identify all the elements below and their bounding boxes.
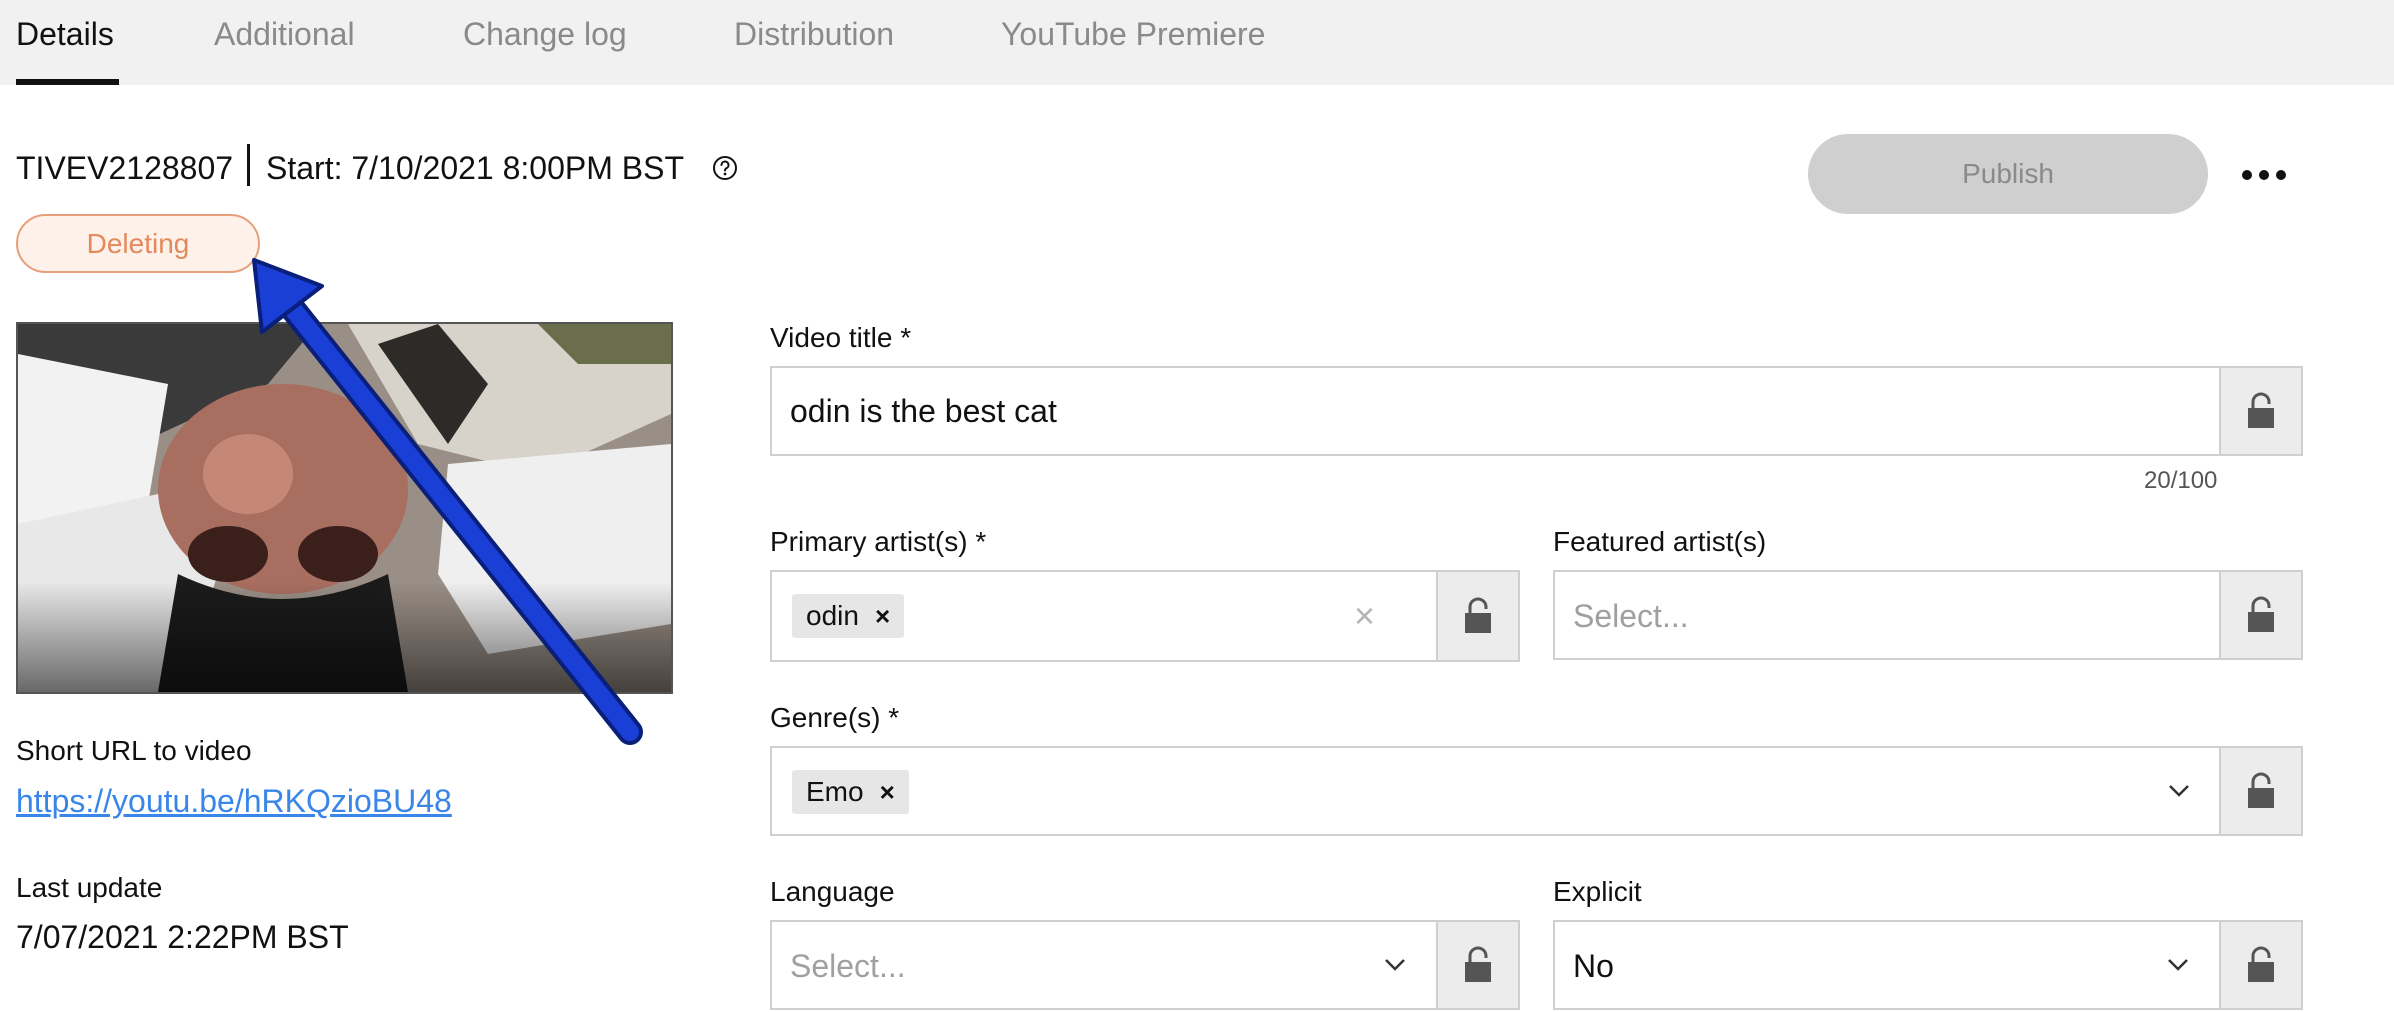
close-icon[interactable]: × [880,770,895,814]
primary-artists-lock-button[interactable] [1436,570,1520,662]
genres-lock-button[interactable] [2219,746,2303,836]
video-title-input[interactable]: odin is the best cat [770,366,2221,456]
featured-artists-lock-button[interactable] [2219,570,2303,660]
language-select[interactable]: Select... [770,920,1438,1010]
question-circle-icon[interactable] [712,155,738,181]
genre-chip: Emo × [792,770,909,814]
tab-distribution[interactable]: Distribution [734,14,894,54]
genres-select[interactable]: Emo × [770,746,2221,836]
lock-icon [1465,597,1491,633]
status-badge: Deleting [16,214,260,273]
language-label: Language [770,876,895,907]
close-icon[interactable]: × [875,594,890,638]
explicit-select[interactable]: No [1553,920,2221,1010]
language-lock-button[interactable] [1436,920,1520,1010]
last-update-value: 7/07/2021 2:22PM BST [16,919,349,955]
active-tab-indicator [16,79,119,85]
lock-icon [2248,946,2274,982]
start-time: Start: 7/10/2021 8:00PM BST [266,150,685,186]
tab-additional[interactable]: Additional [214,14,355,54]
event-id: TIVEV2128807 [16,150,234,186]
tab-change-log[interactable]: Change log [463,14,627,54]
short-url-link[interactable]: https://youtu.be/hRKQzioBU48 [16,780,452,822]
featured-artists-select[interactable]: Select... [1553,570,2221,660]
lock-icon [2248,596,2274,632]
title-character-counter: 20/100 [2144,467,2218,494]
video-title-lock-button[interactable] [2219,366,2303,456]
clear-selection-icon[interactable]: × [1354,596,1375,636]
video-title-value: odin is the best cat [790,393,1057,429]
genres-label: Genre(s) * [770,702,900,733]
tab-youtube-premiere[interactable]: YouTube Premiere [1001,14,1265,54]
video-title-label: Video title * [770,322,912,353]
explicit-label: Explicit [1553,876,1642,907]
explicit-value: No [1573,948,1614,984]
explicit-lock-button[interactable] [2219,920,2303,1010]
header-divider [247,144,250,186]
video-thumbnail [16,322,673,694]
last-update-label: Last update [16,872,163,903]
short-url-label: Short URL to video [16,735,252,766]
featured-artists-placeholder: Select... [1573,598,1689,634]
lock-icon [2248,392,2274,428]
featured-artists-label: Featured artist(s) [1553,526,1767,557]
primary-artists-label: Primary artist(s) * [770,526,987,557]
chevron-down-icon[interactable] [1384,958,1406,972]
tab-details[interactable]: Details [16,14,114,54]
language-placeholder: Select... [790,948,906,984]
lock-icon [1465,946,1491,982]
publish-button[interactable]: Publish [1808,134,2208,214]
tab-bar: Details Additional Change log Distributi… [0,0,2394,85]
chevron-down-icon[interactable] [2168,784,2190,798]
ellipsis-icon[interactable] [2236,150,2292,196]
lock-icon [2248,772,2274,808]
primary-artists-select[interactable]: odin × × [770,570,1438,662]
artist-chip: odin × [792,594,905,638]
chevron-down-icon[interactable] [2167,958,2189,972]
